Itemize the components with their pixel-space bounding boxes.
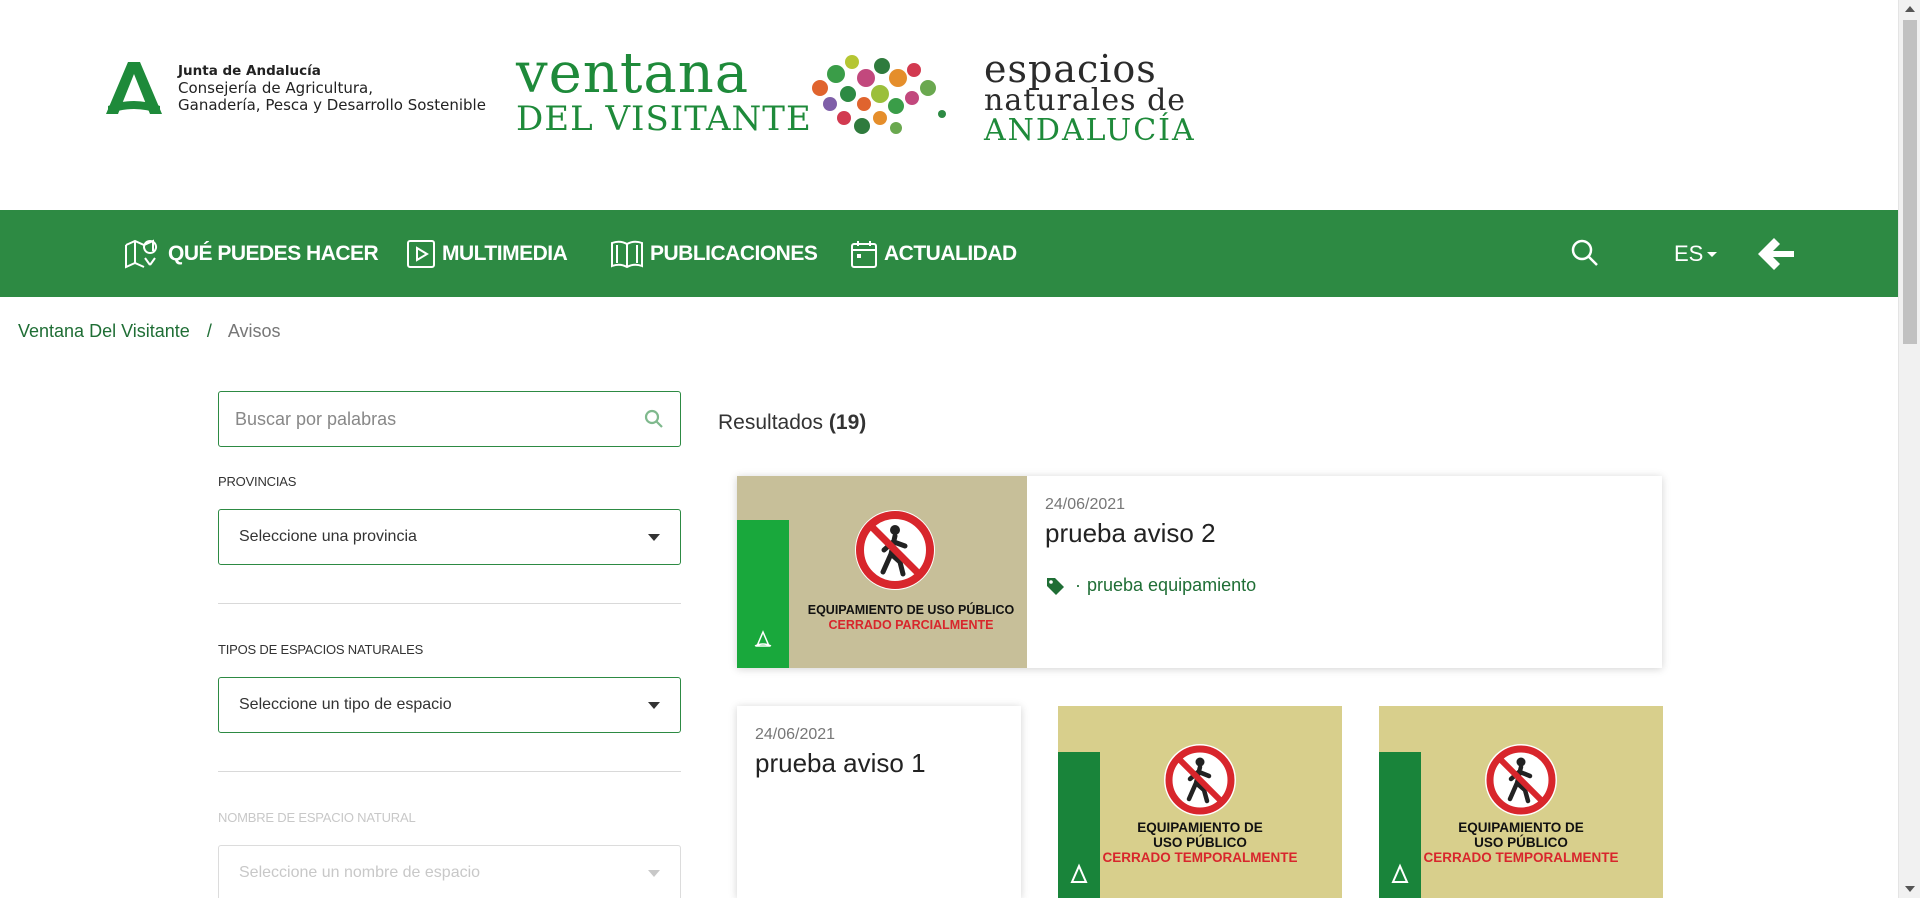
aviso-tag-label: prueba equipamiento <box>1087 575 1257 595</box>
nombre-espacio-select[interactable]: Seleccione un nombre de espacio <box>218 845 681 898</box>
nav-item-publicaciones[interactable]: PUBLICACIONES <box>610 210 818 297</box>
breadcrumb-separator: / <box>206 321 212 341</box>
page-scrollbar[interactable] <box>1898 0 1920 898</box>
nav-label: ACTUALIDAD <box>884 241 1017 265</box>
aviso-date: 24/06/2021 <box>755 726 836 743</box>
language-label: ES <box>1674 240 1704 266</box>
nombre-espacio-select-value: Seleccione un nombre de espacio <box>239 864 481 881</box>
aviso-image-text: CERRADO TEMPORALMENTE <box>1103 850 1298 865</box>
aviso-title[interactable]: prueba aviso 2 <box>1045 518 1256 549</box>
aviso-image-text: EQUIPAMIENTO DE <box>1458 820 1584 835</box>
search-icon[interactable] <box>1570 238 1600 268</box>
espacios-logo-line2: naturales de <box>984 83 1187 118</box>
ventana-visitante-logo[interactable]: ventana DEL VISITANTE <box>516 41 812 139</box>
book-icon <box>611 240 643 268</box>
aviso-image-text: CERRADO PARCIALMENTE <box>828 618 993 632</box>
tipos-espacios-label: TIPOS DE ESPACIOS NATURALES <box>218 642 424 657</box>
aviso-title[interactable]: prueba aviso 1 <box>755 748 1003 779</box>
map-pin-icon <box>125 238 158 269</box>
aviso-image-text: EQUIPAMIENTO DE USO PÚBLICO <box>808 602 1015 617</box>
junta-text: Junta de Andalucía Consejería de Agricul… <box>178 63 486 114</box>
provincia-select-value: Seleccione una provincia <box>239 528 417 545</box>
junta-logo-link[interactable]: Junta de Andalucía Consejería de Agricul… <box>104 60 486 116</box>
breadcrumb-home-link[interactable]: Ventana Del Visitante <box>18 321 190 341</box>
nav-item-actualidad[interactable]: ACTUALIDAD <box>850 210 1017 297</box>
tag-icon <box>1047 577 1064 595</box>
ventana-logo-line1: ventana <box>516 41 750 106</box>
nombre-espacio-label: NOMBRE DE ESPACIO NATURAL <box>218 810 416 825</box>
aviso-tag-link[interactable]: · prueba equipamiento <box>1045 575 1256 596</box>
divider <box>218 771 681 772</box>
aviso-card-wide[interactable]: EQUIPAMIENTO DE USO PÚBLICO CERRADO PARC… <box>737 476 1662 668</box>
nav-item-que-puedes-hacer[interactable]: QUÉ PUEDES HACER <box>124 210 379 297</box>
aviso-card-image[interactable]: EQUIPAMIENTO DE USO PÚBLICO CERRADO TEMP… <box>1058 706 1342 898</box>
search-icon[interactable] <box>644 409 664 429</box>
aviso-image-text: CERRADO TEMPORALMENTE <box>1424 850 1619 865</box>
results-count: (19) <box>828 411 867 434</box>
provincia-select[interactable]: Seleccione una provincia <box>218 509 681 565</box>
tipo-espacio-select-value: Seleccione un tipo de espacio <box>239 696 452 713</box>
scroll-up-icon[interactable] <box>1905 6 1915 12</box>
results-heading: Resultados (19) <box>718 411 866 435</box>
breadcrumb: Ventana Del Visitante / Avisos <box>18 321 281 342</box>
scroll-down-icon[interactable] <box>1905 886 1915 892</box>
divider <box>218 603 681 604</box>
aviso-image[interactable]: EQUIPAMIENTO DE USO PÚBLICO CERRADO PARC… <box>737 476 1027 668</box>
aviso-image-text: USO PÚBLICO <box>1474 835 1568 850</box>
espacios-logo-line3: ANDALUCÍA <box>984 113 1196 148</box>
scrollbar-thumb[interactable] <box>1903 20 1917 344</box>
play-icon <box>407 239 435 268</box>
caret-down-icon <box>1707 252 1718 257</box>
calendar-icon <box>851 240 877 268</box>
aviso-card-body: 24/06/2021 prueba aviso 1 <box>737 706 1021 799</box>
nav-label: MULTIMEDIA <box>442 241 568 265</box>
aviso-card-image[interactable]: EQUIPAMIENTO DE USO PÚBLICO CERRADO TEMP… <box>1379 706 1663 898</box>
dropdown-arrow-icon <box>648 701 660 709</box>
aviso-date: 24/06/2021 <box>1045 496 1126 513</box>
keyword-search-input[interactable] <box>235 408 644 430</box>
espacios-naturales-logo[interactable]: espacios naturales de ANDALUCÍA <box>984 50 1196 146</box>
keyword-search-box <box>218 391 681 447</box>
dropdown-arrow-icon <box>648 533 660 541</box>
results-label: Resultados <box>718 411 824 434</box>
aviso-image-text: EQUIPAMIENTO DE <box>1137 820 1263 835</box>
junta-name: Junta de Andalucía <box>178 62 321 79</box>
site-header: Junta de Andalucía Consejería de Agricul… <box>0 0 1898 210</box>
tipo-espacio-select[interactable]: Seleccione un tipo de espacio <box>218 677 681 733</box>
aviso-card[interactable]: 24/06/2021 prueba aviso 1 <box>737 706 1021 898</box>
language-selector[interactable]: ES <box>1674 210 1718 297</box>
aviso-card-body: 24/06/2021 prueba aviso 2 · prueba equip… <box>1027 476 1274 668</box>
nav-item-multimedia[interactable]: MULTIMEDIA <box>406 210 568 297</box>
tag-bullet: · <box>1075 575 1081 595</box>
arrow-left-icon[interactable] <box>1756 234 1796 274</box>
dropdown-arrow-icon <box>648 869 660 877</box>
nature-mosaic-logo-icon <box>812 55 946 134</box>
nav-label: PUBLICACIONES <box>650 241 818 265</box>
aviso-image-text: USO PÚBLICO <box>1153 835 1247 850</box>
ventana-logo-line2: DEL VISITANTE <box>516 99 812 139</box>
consejeria-line1: Consejería de Agricultura, <box>178 78 373 97</box>
junta-andalucia-logo-icon <box>106 62 162 114</box>
main-nav: QUÉ PUEDES HACER MULTIMEDIA PUBLICACIONE… <box>0 210 1898 297</box>
provincias-label: PROVINCIAS <box>218 474 297 489</box>
consejeria-line2: Ganadería, Pesca y Desarrollo Sostenible <box>178 95 486 114</box>
nav-label: QUÉ PUEDES HACER <box>168 241 379 265</box>
breadcrumb-current: Avisos <box>227 321 281 341</box>
